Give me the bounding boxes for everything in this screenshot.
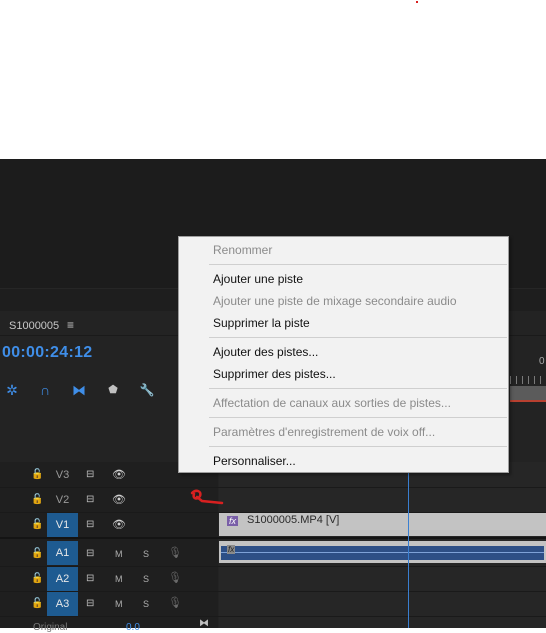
linked-selection-icon[interactable]: ⧓ bbox=[70, 381, 88, 399]
ruler-time-label: 0 bbox=[539, 356, 545, 367]
fx-badge-icon: fx bbox=[227, 516, 239, 526]
menu-item-delete-tracks[interactable]: Supprimer des pistes... bbox=[213, 367, 336, 381]
video-clip[interactable]: fx S1000005.MP4 [V] bbox=[219, 513, 546, 536]
solo-button[interactable]: S bbox=[143, 599, 149, 609]
microphone-icon[interactable]: 🎙 bbox=[168, 571, 182, 584]
viewer-white-area bbox=[0, 0, 546, 159]
microphone-icon[interactable]: 🎙 bbox=[168, 546, 182, 559]
audio-waveform bbox=[221, 546, 544, 560]
sync-lock-icon[interactable]: ⊟ bbox=[86, 494, 94, 505]
lock-icon[interactable]: 🔓 bbox=[31, 548, 43, 559]
lock-icon[interactable]: 🔓 bbox=[31, 519, 43, 530]
audio-clip[interactable]: fx bbox=[219, 541, 546, 563]
menu-item-delete-track[interactable]: Supprimer la piste bbox=[213, 316, 310, 330]
track-divider bbox=[0, 487, 546, 488]
menu-separator bbox=[209, 417, 507, 418]
sync-lock-icon[interactable]: ⊟ bbox=[86, 469, 94, 480]
mute-button[interactable]: M bbox=[115, 599, 123, 609]
track-divider bbox=[0, 616, 546, 617]
eye-icon[interactable]: 👁 bbox=[112, 493, 126, 506]
menu-item-voiceover-settings[interactable]: Paramètres d'enregistrement de voix off.… bbox=[213, 425, 435, 439]
track-label-a3[interactable]: A3 bbox=[47, 592, 78, 616]
lock-icon[interactable]: 🔓 bbox=[31, 494, 43, 505]
video-audio-divider[interactable] bbox=[0, 537, 546, 539]
solo-button[interactable]: S bbox=[143, 574, 149, 584]
track-label-v2[interactable]: V2 bbox=[47, 488, 78, 512]
track-divider bbox=[0, 566, 546, 567]
solo-button[interactable]: S bbox=[143, 549, 149, 559]
lock-icon[interactable]: 🔓 bbox=[31, 573, 43, 584]
menu-item-channel-mapping[interactable]: Affectation de canaux aux sorties de pis… bbox=[213, 396, 451, 410]
track-context-menu: Renommer Ajouter une piste Ajouter une p… bbox=[178, 236, 509, 473]
wrench-icon[interactable]: 🔧 bbox=[138, 381, 156, 399]
sequence-tab-name[interactable]: S1000005 bbox=[9, 320, 59, 332]
playhead-timecode[interactable]: 00:00:24:12 bbox=[2, 344, 92, 362]
time-ruler[interactable] bbox=[510, 376, 546, 384]
track-label-a1[interactable]: A1 bbox=[47, 541, 78, 565]
snap-settings-icon[interactable]: ✲ bbox=[3, 381, 21, 399]
clip-name: S1000005.MP4 [V] bbox=[247, 514, 340, 526]
menu-item-customize[interactable]: Personnaliser... bbox=[213, 454, 296, 468]
work-area-bar[interactable] bbox=[510, 386, 546, 402]
red-mark bbox=[416, 1, 418, 3]
eye-icon[interactable]: 👁 bbox=[112, 518, 126, 531]
lock-icon[interactable]: 🔓 bbox=[31, 598, 43, 609]
playhead-line[interactable] bbox=[408, 462, 409, 628]
panel-menu-icon[interactable]: ≡ bbox=[67, 318, 74, 332]
eye-icon[interactable]: 👁 bbox=[112, 468, 126, 481]
sync-lock-icon[interactable]: ⊟ bbox=[86, 573, 94, 584]
menu-separator bbox=[209, 337, 507, 338]
red-annotation-scribble bbox=[190, 489, 224, 505]
menu-separator bbox=[209, 446, 507, 447]
sync-lock-icon[interactable]: ⊟ bbox=[86, 519, 94, 530]
menu-item-add-track[interactable]: Ajouter une piste bbox=[213, 272, 303, 286]
track-divider bbox=[0, 591, 546, 592]
lock-icon[interactable]: 🔓 bbox=[31, 469, 43, 480]
sync-lock-icon[interactable]: ⊟ bbox=[86, 598, 94, 609]
menu-separator bbox=[209, 264, 507, 265]
sync-lock-icon[interactable]: ⊟ bbox=[86, 548, 94, 559]
track-label-v3[interactable]: V3 bbox=[47, 463, 78, 487]
mute-button[interactable]: M bbox=[115, 549, 123, 559]
track-label-v1[interactable]: V1 bbox=[47, 513, 78, 537]
microphone-icon[interactable]: 🎙 bbox=[168, 596, 182, 609]
magnet-icon[interactable]: ∩ bbox=[36, 381, 54, 399]
menu-item-add-submix-track[interactable]: Ajouter une piste de mixage secondaire a… bbox=[213, 294, 457, 308]
menu-item-rename[interactable]: Renommer bbox=[213, 243, 272, 257]
mute-button[interactable]: M bbox=[115, 574, 123, 584]
menu-separator bbox=[209, 388, 507, 389]
menu-item-add-tracks[interactable]: Ajouter des pistes... bbox=[213, 345, 318, 359]
track-label-a2[interactable]: A2 bbox=[47, 567, 78, 591]
expand-icon[interactable]: ⧓ bbox=[199, 618, 209, 629]
fx-badge-icon: fx bbox=[227, 545, 236, 554]
marker-icon[interactable]: ⬟ bbox=[104, 381, 122, 399]
